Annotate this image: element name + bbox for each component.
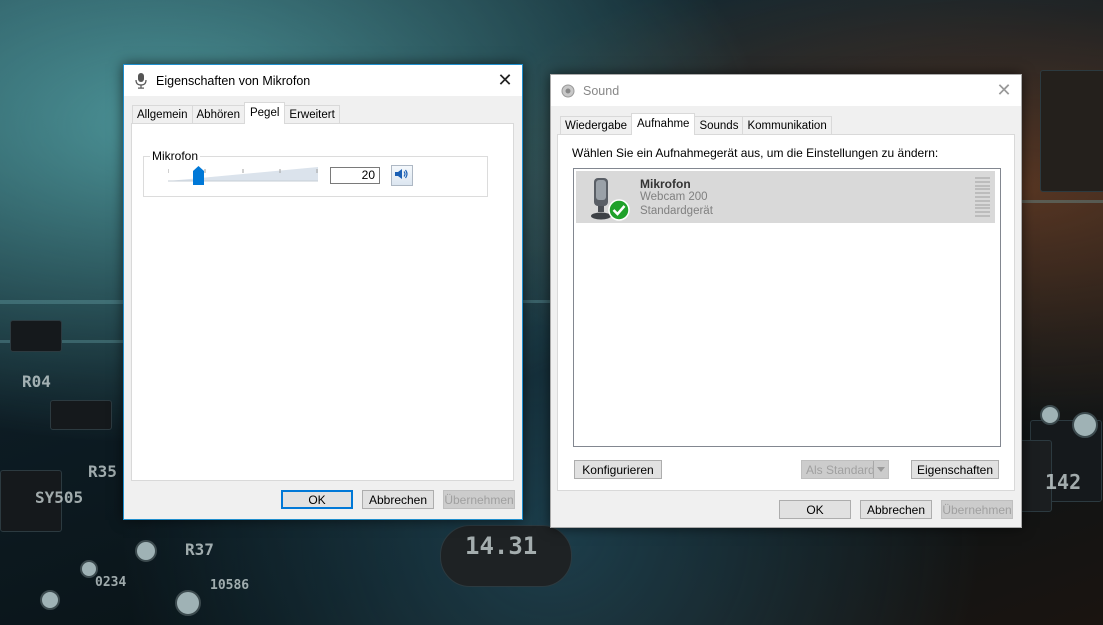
bg-label: R37 [185, 540, 214, 559]
tab-erweitert[interactable]: Erweitert [284, 105, 340, 124]
tab-kommunikation[interactable]: Kommunikation [742, 116, 832, 135]
apply-button[interactable]: Übernehmen [443, 490, 515, 509]
bg-label: 14.31 [465, 532, 538, 560]
tab-strip: Allgemein Abhören Pegel Erweitert [132, 102, 340, 124]
close-icon[interactable]: ✕ [987, 75, 1021, 106]
tab-pegel[interactable]: Pegel [243, 102, 286, 124]
configure-button[interactable]: Konfigurieren [574, 460, 662, 479]
tab-wiedergabe[interactable]: Wiedergabe [560, 116, 633, 135]
mute-toggle-button[interactable] [391, 165, 413, 186]
cancel-button[interactable]: Abbrechen [860, 500, 932, 519]
speaker-icon [395, 168, 409, 183]
title-bar[interactable]: Eigenschaften von Mikrofon ✕ [124, 65, 522, 96]
close-icon[interactable]: ✕ [488, 65, 522, 96]
level-value-field[interactable]: 20 [330, 167, 380, 184]
level-meter [975, 177, 990, 217]
bg-label: SY505 [35, 488, 84, 507]
tab-allgemein[interactable]: Allgemein [132, 105, 193, 124]
window-title: Eigenschaften von Mikrofon [156, 73, 311, 88]
bg-label: 10586 [210, 578, 250, 593]
set-default-label: Als Standard [806, 462, 875, 477]
microphone-icon [133, 72, 149, 89]
device-status: Standardgerät [640, 205, 713, 217]
bg-label: R35 [88, 462, 117, 481]
microphone-device-icon [586, 176, 630, 222]
ok-button[interactable]: OK [779, 500, 851, 519]
title-bar[interactable]: Sound ✕ [551, 75, 1021, 106]
mic-properties-window: Eigenschaften von Mikrofon ✕ Allgemein A… [123, 64, 523, 520]
level-slider[interactable] [167, 167, 318, 182]
cancel-button[interactable]: Abbrechen [362, 490, 434, 509]
slider-thumb[interactable] [193, 166, 204, 185]
sound-icon [560, 83, 576, 99]
device-model: Webcam 200 [640, 191, 708, 203]
tab-strip: Wiedergabe Aufnahme Sounds Kommunikation [560, 113, 832, 135]
bg-label: R04 [22, 372, 51, 391]
instruction-text: Wählen Sie ein Aufnahmegerät aus, um die… [572, 146, 939, 160]
ok-button[interactable]: OK [281, 490, 353, 509]
device-name: Mikrofon [640, 177, 691, 191]
tab-panel-pegel: Mikrofon 20 [131, 123, 514, 481]
chevron-down-icon[interactable] [873, 461, 888, 478]
properties-button[interactable]: Eigenschaften [911, 460, 999, 479]
list-item[interactable]: Mikrofon Webcam 200 Standardgerät [576, 171, 995, 223]
apply-button[interactable]: Übernehmen [941, 500, 1013, 519]
bg-label: 0234 [95, 575, 127, 590]
tab-abhoeren[interactable]: Abhören [191, 105, 245, 124]
recording-device-list[interactable]: Mikrofon Webcam 200 Standardgerät [573, 168, 1001, 447]
tab-aufnahme[interactable]: Aufnahme [631, 113, 696, 135]
window-title: Sound [583, 83, 620, 98]
set-default-button[interactable]: Als Standard [801, 460, 889, 479]
level-group-label: Mikrofon [150, 149, 201, 163]
bg-label: 142 [1045, 470, 1082, 494]
tab-sounds[interactable]: Sounds [694, 116, 744, 135]
sound-window: Sound ✕ Wiedergabe Aufnahme Sounds Kommu… [550, 74, 1022, 528]
tab-panel-aufnahme: Wählen Sie ein Aufnahmegerät aus, um die… [557, 134, 1015, 491]
